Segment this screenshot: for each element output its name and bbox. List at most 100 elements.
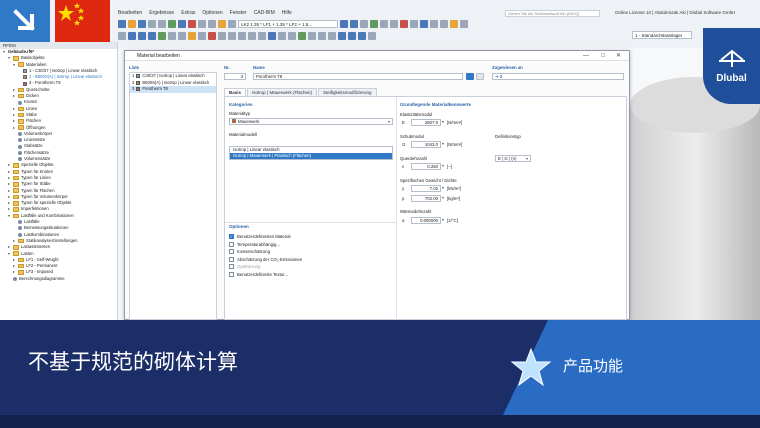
search-input[interactable]: Geben Sie ein Schlüsselwort ein (Alt+Q) <box>505 10 600 17</box>
e-modulus-input[interactable]: 2607.0 <box>411 119 441 126</box>
line-icon[interactable] <box>138 31 146 40</box>
poisson-input[interactable]: 0.250 <box>411 163 441 170</box>
option-row[interactable]: Temperaturabhängig... <box>229 241 393 249</box>
definition-type-select[interactable]: E | G | (n) ▾ <box>495 155 531 162</box>
library-icon[interactable] <box>476 73 484 80</box>
rho-input[interactable]: 702.00 <box>411 195 441 202</box>
menu-item-2[interactable]: Extras <box>181 10 195 16</box>
option-row[interactable]: Optimierung <box>229 263 393 271</box>
tab-isotrop-mauerwerk[interactable]: Isotrop | Mauerwerk (Flächen) <box>247 88 317 96</box>
display-icon[interactable] <box>360 19 368 28</box>
new-file-icon[interactable] <box>118 19 126 28</box>
e-stepper-icon[interactable]: ▾ <box>442 119 444 124</box>
nu-stepper-icon[interactable]: ▾ <box>442 163 444 168</box>
chevron-down-icon[interactable]: ▾ <box>12 62 16 68</box>
menu-item-5[interactable]: CAD-BIM <box>254 10 275 16</box>
option-row[interactable]: Kostenschätzung <box>229 248 393 256</box>
iso-view-icon[interactable] <box>368 31 376 40</box>
ortho-icon[interactable] <box>288 31 296 40</box>
support-add-icon[interactable] <box>188 31 196 40</box>
load-combination-select[interactable]: LK2 1.35 * LF1 + 1.35 * LF2 + 1.5... <box>238 19 338 28</box>
material-type-select[interactable]: Mauerwerk ▾ <box>229 118 393 125</box>
open-folder-icon[interactable] <box>128 19 136 28</box>
light-icon[interactable] <box>450 19 458 28</box>
chevron-down-icon[interactable]: ▾ <box>7 213 11 219</box>
checkbox[interactable] <box>229 264 234 270</box>
checkbox[interactable]: ✓ <box>229 234 234 240</box>
checkbox[interactable] <box>229 256 234 262</box>
rho-stepper-icon[interactable]: ▾ <box>442 195 444 200</box>
prev-icon[interactable] <box>340 19 348 28</box>
view-z-icon[interactable] <box>358 31 366 40</box>
mirror-icon[interactable] <box>248 31 256 40</box>
load-icon[interactable] <box>218 19 226 28</box>
view-x-icon[interactable] <box>338 31 346 40</box>
chevron-right-icon[interactable]: ▸ <box>12 125 16 131</box>
checkbox[interactable] <box>229 271 234 277</box>
option-row[interactable]: Abschätzung der CO₂-Emissionen <box>229 256 393 264</box>
measure-icon[interactable] <box>430 19 438 28</box>
print-icon[interactable] <box>208 19 216 28</box>
chevron-right-icon[interactable]: ▸ <box>12 93 16 99</box>
option-row[interactable]: ✓ Benutzerdefiniertes Material <box>229 233 393 241</box>
menu-item-3[interactable]: Optionen <box>202 10 222 16</box>
g-stepper-icon[interactable]: ▾ <box>442 141 444 146</box>
maximize-icon[interactable]: □ <box>601 51 605 61</box>
solid-icon[interactable] <box>178 31 186 40</box>
move-icon[interactable] <box>218 31 226 40</box>
guide-icon[interactable] <box>298 31 306 40</box>
alpha-stepper-icon[interactable]: ▾ <box>442 217 444 222</box>
chevron-down-icon[interactable]: ▾ <box>2 49 6 55</box>
edit-name-icon[interactable] <box>466 73 474 80</box>
calculate-icon[interactable] <box>178 19 186 28</box>
chevron-right-icon[interactable]: ▸ <box>12 238 16 244</box>
option-row[interactable]: Benutzerdefinierte Textur... <box>229 271 393 279</box>
menu-item-0[interactable]: Bearbeiten <box>118 10 142 16</box>
filter-icon[interactable] <box>228 19 236 28</box>
tab-steifigkeit[interactable]: Steifigkeitsmodifizierung <box>317 88 377 96</box>
table-icon[interactable] <box>198 19 206 28</box>
chevron-down-icon[interactable]: ▾ <box>7 55 11 61</box>
results-icon[interactable] <box>188 19 196 28</box>
next-icon[interactable] <box>350 19 358 28</box>
copy-icon[interactable] <box>228 31 236 40</box>
model-option-plastic[interactable]: Isotrop | Mauerwerk | Plastisch (Flächen… <box>230 153 392 159</box>
menu-item-1[interactable]: Ergebnisse <box>149 10 174 16</box>
select-icon[interactable] <box>118 31 126 40</box>
nav-item[interactable]: Berechnungsdiagramme <box>0 276 117 282</box>
chevron-right-icon[interactable]: ▸ <box>12 269 16 275</box>
view-y-icon[interactable] <box>348 31 356 40</box>
zoom-icon[interactable] <box>440 19 448 28</box>
snap-icon[interactable] <box>278 31 286 40</box>
deform-icon[interactable] <box>370 19 378 28</box>
checkbox[interactable] <box>229 249 234 255</box>
coord-icon[interactable] <box>318 31 326 40</box>
g-modulus-input[interactable]: 1043.0 <box>411 141 441 148</box>
hinge-icon[interactable] <box>198 31 206 40</box>
node-icon[interactable] <box>128 31 136 40</box>
close-icon[interactable]: ✕ <box>616 51 621 61</box>
values-icon[interactable] <box>390 19 398 28</box>
member-icon[interactable] <box>148 31 156 40</box>
assigned-field[interactable]: ➜ 3 <box>492 73 624 80</box>
tab-basis[interactable]: Basis <box>224 88 247 96</box>
menu-item-4[interactable]: Fenster <box>230 10 247 16</box>
clip-icon[interactable] <box>460 19 468 28</box>
menu-item-6[interactable]: Hilfe <box>282 10 292 16</box>
connect-icon[interactable] <box>268 31 276 40</box>
opening-icon[interactable] <box>168 31 176 40</box>
save-icon[interactable] <box>138 19 146 28</box>
name-field[interactable]: Porotherm T8 <box>253 73 463 80</box>
workplane-icon[interactable] <box>328 31 336 40</box>
checkbox[interactable] <box>229 241 234 247</box>
gamma-input[interactable]: 7.02 <box>411 185 441 192</box>
section-icon[interactable] <box>380 19 388 28</box>
support-icon[interactable] <box>400 19 408 28</box>
no-field[interactable]: 3 <box>224 73 246 80</box>
material-list-item[interactable]: 3 Porotherm T8 <box>130 86 216 93</box>
redo-icon[interactable] <box>158 19 166 28</box>
alpha-input[interactable]: 0.000000 <box>411 217 441 224</box>
undo-icon[interactable] <box>148 19 156 28</box>
rotate-icon[interactable] <box>238 31 246 40</box>
chevron-down-icon[interactable]: ▾ <box>7 251 11 257</box>
